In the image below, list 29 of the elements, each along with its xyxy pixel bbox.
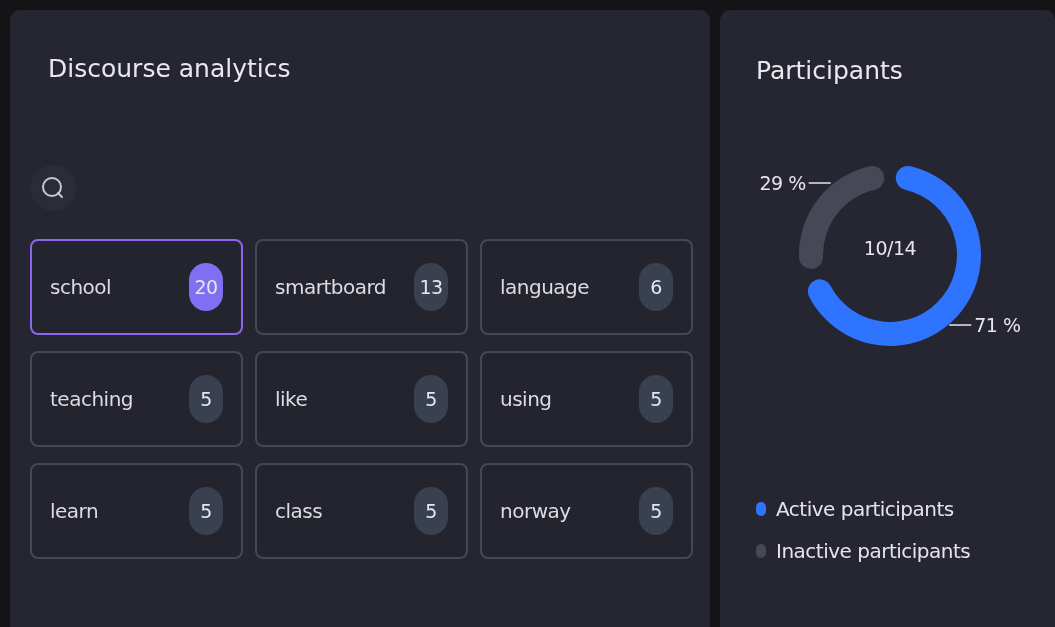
count-badge: 13 xyxy=(414,263,448,311)
count-badge: 5 xyxy=(189,487,223,535)
term-chip[interactable]: smartboard 13 xyxy=(255,239,468,335)
count-badge: 5 xyxy=(639,375,673,423)
leader-line xyxy=(948,324,973,326)
term-chip[interactable]: language 6 xyxy=(480,239,693,335)
legend-label: Inactive participants xyxy=(776,539,971,563)
count-badge: 5 xyxy=(639,487,673,535)
term-chip[interactable]: using 5 xyxy=(480,351,693,447)
card-title: Participants xyxy=(756,56,904,85)
card-title: Discourse analytics xyxy=(48,54,292,83)
percent-label: 29 % xyxy=(759,172,806,195)
count-badge: 5 xyxy=(414,375,448,423)
term-chip[interactable]: like 5 xyxy=(255,351,468,447)
term-chip[interactable]: norway 5 xyxy=(480,463,693,559)
search-icon xyxy=(40,175,66,201)
count-badge: 6 xyxy=(639,263,673,311)
term-chip[interactable]: class 5 xyxy=(255,463,468,559)
term-chip[interactable]: school 20 xyxy=(30,239,243,335)
count-badge: 5 xyxy=(189,375,223,423)
term-chip[interactable]: teaching 5 xyxy=(30,351,243,447)
leader-line xyxy=(807,182,832,184)
percent-label: 71 % xyxy=(974,313,1021,336)
term-chip[interactable]: learn 5 xyxy=(30,463,243,559)
legend-label: Active participants xyxy=(776,497,954,521)
count-badge: 20 xyxy=(189,263,223,311)
participant-count: 10/14 xyxy=(863,237,917,259)
search-button[interactable] xyxy=(30,165,76,211)
count-badge: 5 xyxy=(414,487,448,535)
